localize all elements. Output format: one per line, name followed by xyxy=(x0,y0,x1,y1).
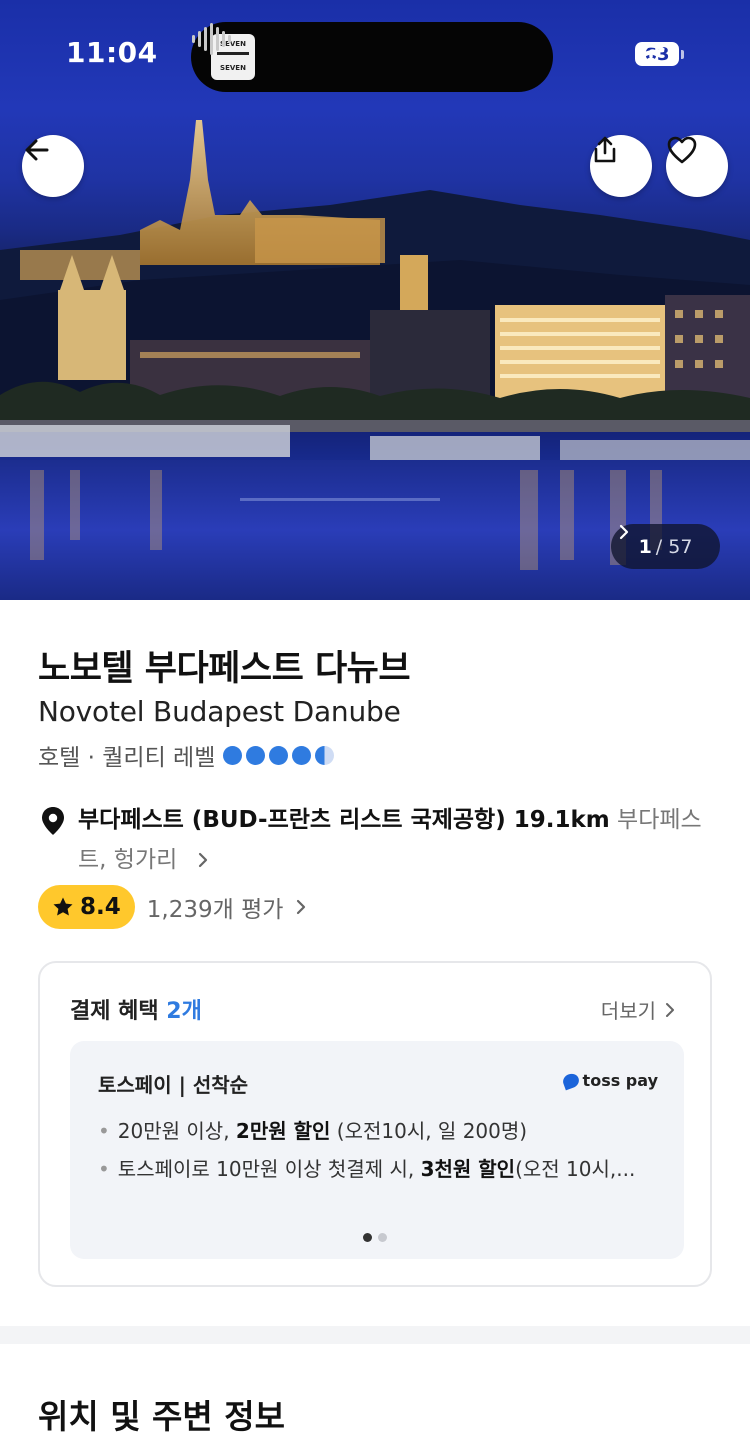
rating-row[interactable]: 8.4 1,239개 평가 xyxy=(38,885,309,929)
chevron-right-icon xyxy=(297,899,306,915)
quality-level-rating xyxy=(223,745,335,765)
status-indicators: 63 xyxy=(635,42,684,66)
carousel-pager xyxy=(363,1233,387,1242)
photo-total: / 57 xyxy=(655,535,693,558)
hotel-name-english: Novotel Budapest Danube xyxy=(38,695,401,728)
location-pin-icon xyxy=(42,807,64,835)
quality-dot xyxy=(246,745,266,765)
pager-dot-active xyxy=(363,1233,372,1242)
hotel-name-korean: 노보텔 부다페스트 다뉴브 xyxy=(38,649,411,689)
benefit-text: (오전10시, 일 200명) xyxy=(330,1119,528,1143)
battery-tip xyxy=(681,49,684,59)
wifi-icon xyxy=(637,43,665,64)
payment-benefits-card: 결제 혜택 2개 더보기 토스페이 | 선착순 toss pay • 20만원 이… xyxy=(38,961,712,1287)
hotel-location-link[interactable]: 부다페스트 (BUD-프란츠 리스트 국제공항) 19.1km 부다페스트, 헝… xyxy=(38,800,708,880)
review-count-link[interactable]: 1,239개 평가 xyxy=(147,890,310,924)
category-label: 호텔 · 퀄리티 레벨 xyxy=(38,745,216,771)
quality-dot xyxy=(223,745,243,765)
review-count: 1,239개 평가 xyxy=(146,897,284,923)
favorite-button[interactable] xyxy=(666,135,728,197)
chevron-right-icon xyxy=(619,524,629,540)
audio-wave-icon xyxy=(192,23,231,55)
see-more-button[interactable]: 더보기 xyxy=(601,995,676,1024)
toss-pay-wordmark: toss pay xyxy=(582,1071,658,1090)
pager-dot xyxy=(378,1233,387,1242)
status-time: 11:04 xyxy=(66,36,158,69)
dynamic-island[interactable]: SEVEN SEVEN xyxy=(191,22,553,92)
benefit-text: 20만원 이상, xyxy=(117,1119,236,1143)
toss-drop-icon xyxy=(560,1071,581,1090)
benefit-highlight: 3천원 할인 xyxy=(420,1157,516,1181)
chevron-right-icon xyxy=(666,1002,674,1017)
benefit-highlight: 2만원 할인 xyxy=(235,1119,331,1143)
benefit-line: • 토스페이로 10만원 이상 첫결제 시, 3천원 할인(오전 10시,... xyxy=(98,1153,658,1182)
rating-badge: 8.4 xyxy=(38,885,135,929)
quality-dot xyxy=(269,745,289,765)
photo-counter-button[interactable]: 1 / 57 xyxy=(611,524,720,569)
payment-title-text: 결제 혜택 xyxy=(70,999,159,1024)
bullet: • xyxy=(98,1119,110,1143)
bullet: • xyxy=(98,1157,110,1181)
benefit-text: (오전 10시,... xyxy=(515,1157,636,1181)
benefit-name: 토스페이 | 선착순 xyxy=(98,1073,249,1097)
rating-score: 8.4 xyxy=(80,894,121,920)
benefit-text: 토스페이로 10만원 이상 첫결제 시, xyxy=(117,1157,421,1181)
benefit-line: • 20만원 이상, 2만원 할인 (오전10시, 일 200명) xyxy=(98,1115,658,1144)
chevron-right-icon xyxy=(198,852,207,868)
payment-benefits-title: 결제 혜택 2개 xyxy=(70,993,202,1025)
share-button[interactable] xyxy=(590,135,652,197)
location-airport-distance: 부다페스트 (BUD-프란츠 리스트 국제공항) 19.1km xyxy=(78,807,610,833)
hotel-category: 호텔 · 퀄리티 레벨 xyxy=(38,738,335,772)
location-section-title: 위치 및 주변 정보 xyxy=(38,1397,285,1432)
quality-dot xyxy=(292,745,312,765)
share-icon xyxy=(594,136,616,163)
album-text-bottom: SEVEN xyxy=(220,64,246,72)
section-divider xyxy=(0,1326,750,1344)
heart-icon xyxy=(667,136,697,164)
payment-benefit-count: 2개 xyxy=(166,999,202,1024)
quality-dot-half xyxy=(315,745,335,765)
star-icon xyxy=(53,897,73,916)
photo-index: 1 xyxy=(638,535,652,558)
hero-photo[interactable]: 11:04 SEVEN SEVEN 63 xyxy=(0,0,750,600)
benefit-carousel-item[interactable]: 토스페이 | 선착순 toss pay • 20만원 이상, 2만원 할인 (오전… xyxy=(70,1041,684,1259)
see-more-label: 더보기 xyxy=(600,999,656,1023)
arrow-left-icon xyxy=(25,139,49,161)
back-button[interactable] xyxy=(22,135,84,197)
toss-pay-logo: toss pay xyxy=(560,1071,658,1090)
